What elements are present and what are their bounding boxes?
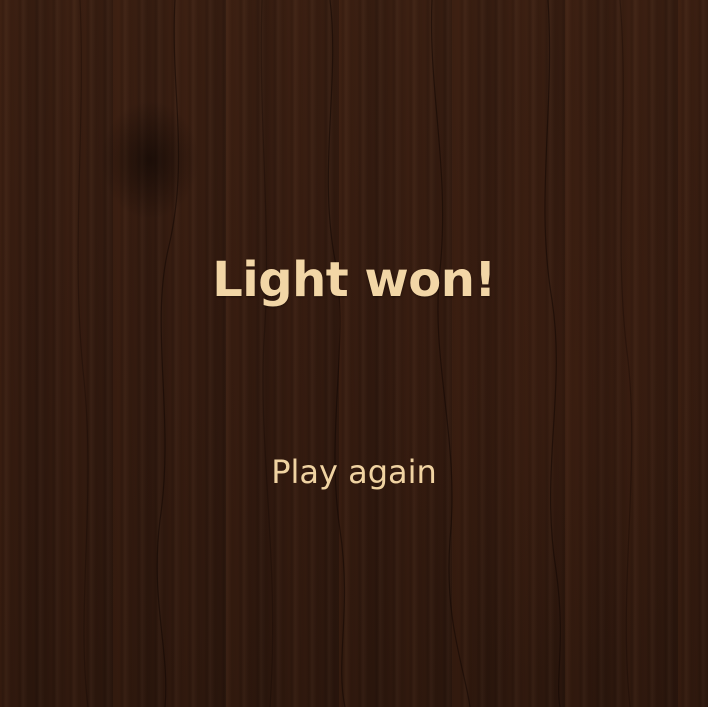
- play-again-button[interactable]: Play again: [254, 448, 454, 496]
- wood-grain-cracks: [77, 0, 633, 707]
- wood-board-background: Light won! Play again: [0, 0, 708, 707]
- winner-title: Light won!: [212, 252, 496, 308]
